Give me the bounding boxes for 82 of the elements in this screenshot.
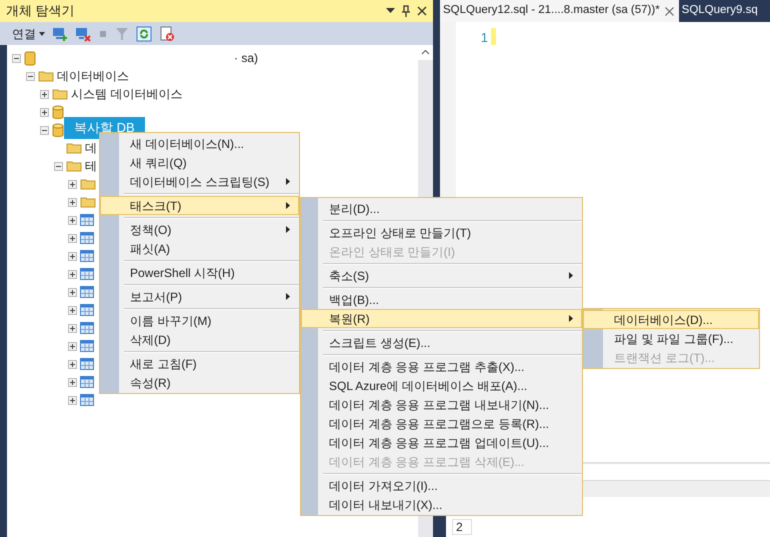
table-icon — [80, 322, 94, 334]
table-icon — [80, 268, 94, 280]
table-icon — [80, 340, 94, 352]
table-icon — [80, 250, 94, 262]
refresh-icon[interactable] — [136, 26, 152, 42]
menu-item[interactable]: 데이터베이스 스크립팅(S) — [100, 172, 299, 191]
table-icon — [80, 358, 94, 370]
close-icon[interactable] — [664, 6, 674, 16]
collapse-icon[interactable] — [26, 72, 35, 80]
database-icon — [52, 104, 64, 120]
table-icon — [80, 394, 94, 406]
expand-icon[interactable] — [68, 324, 77, 332]
caret-icon — [39, 32, 45, 36]
expand-icon[interactable] — [68, 270, 77, 278]
menu-item[interactable]: 데이터 가져오기(I)... — [301, 476, 582, 495]
document-x-icon[interactable] — [159, 26, 175, 42]
tree-item[interactable]: 테 — [85, 157, 97, 175]
tree-item[interactable]: 데 — [85, 139, 97, 157]
menu-item[interactable]: 이름 바꾸기(M) — [100, 311, 299, 330]
document-tab[interactable]: SQLQuery12.sql - 21....8.master (sa (57))* — [440, 0, 679, 22]
collapse-icon[interactable] — [54, 162, 63, 170]
expand-icon[interactable] — [68, 180, 77, 188]
menu-item[interactable]: 새 쿼리(Q) — [100, 153, 299, 172]
menu-item[interactable]: 데이터 내보내기(X)... — [301, 495, 582, 514]
database-icon — [52, 122, 64, 138]
scroll-up-icon[interactable] — [418, 45, 433, 60]
menu-item[interactable]: PowerShell 시작(H) — [100, 263, 299, 282]
menu-item[interactable]: 복원(R) — [301, 309, 582, 328]
menu-item[interactable]: 태스크(T) — [100, 196, 299, 215]
menu-item[interactable]: 패싯(A) — [100, 239, 299, 258]
expand-icon[interactable] — [40, 90, 49, 98]
menu-item[interactable]: 보고서(P) — [100, 287, 299, 306]
expand-icon[interactable] — [40, 108, 49, 116]
expand-icon[interactable] — [68, 378, 77, 386]
expand-icon[interactable] — [68, 216, 77, 224]
collapse-icon[interactable] — [40, 126, 49, 134]
table-icon — [80, 286, 94, 298]
close-icon[interactable] — [417, 6, 427, 16]
line-number: 1 — [480, 29, 488, 47]
folder-icon — [38, 70, 54, 82]
submenu-arrow-icon — [286, 293, 290, 300]
menu-item[interactable]: 속성(R) — [100, 373, 299, 392]
collapse-icon[interactable] — [12, 54, 21, 62]
menu-item[interactable]: 삭제(D) — [100, 330, 299, 349]
submenu-arrow-icon — [286, 226, 290, 233]
menu-item[interactable]: 새로 고침(F) — [100, 354, 299, 373]
table-icon — [80, 376, 94, 388]
monitor-plus-icon[interactable] — [52, 26, 68, 42]
panel-title: 개체 탐색기 — [6, 2, 76, 20]
table-icon — [80, 232, 94, 244]
folder-icon — [52, 88, 68, 100]
submenu-arrow-icon — [286, 202, 290, 209]
submenu-arrow-icon — [569, 272, 573, 279]
menu-item[interactable]: 데이터베이스(D)... — [583, 310, 759, 329]
expand-icon[interactable] — [68, 252, 77, 260]
server-icon — [24, 50, 36, 66]
connect-button[interactable]: 연결 — [12, 24, 45, 42]
folder-icon — [80, 196, 96, 208]
expand-icon[interactable] — [68, 306, 77, 314]
expand-icon[interactable] — [68, 396, 77, 404]
expand-icon[interactable] — [68, 288, 77, 296]
pin-icon[interactable] — [401, 5, 411, 17]
dropdown-icon[interactable] — [386, 8, 395, 14]
tree-item[interactable]: 데이터베이스 — [57, 67, 129, 85]
expand-icon[interactable] — [68, 342, 77, 350]
submenu-arrow-icon — [569, 315, 573, 322]
monitor-x-icon[interactable] — [75, 26, 91, 42]
folder-icon — [80, 178, 96, 190]
menu-item[interactable]: 파일 및 파일 그룹(F)... — [583, 329, 759, 348]
tree-item[interactable]: · sa) — [234, 49, 258, 67]
row-number: 2 — [452, 519, 472, 535]
expand-icon[interactable] — [68, 360, 77, 368]
folder-icon — [66, 160, 82, 172]
submenu-arrow-icon — [286, 178, 290, 185]
tree-item[interactable]: 시스템 데이터베이스 — [71, 85, 182, 103]
menu-item[interactable]: 정책(O) — [100, 220, 299, 239]
table-icon — [80, 304, 94, 316]
expand-icon[interactable] — [68, 234, 77, 242]
expand-icon[interactable] — [68, 198, 77, 206]
document-tab[interactable]: SQLQuery9.sq — [678, 0, 761, 22]
folder-icon — [66, 142, 82, 154]
table-icon — [80, 214, 94, 226]
